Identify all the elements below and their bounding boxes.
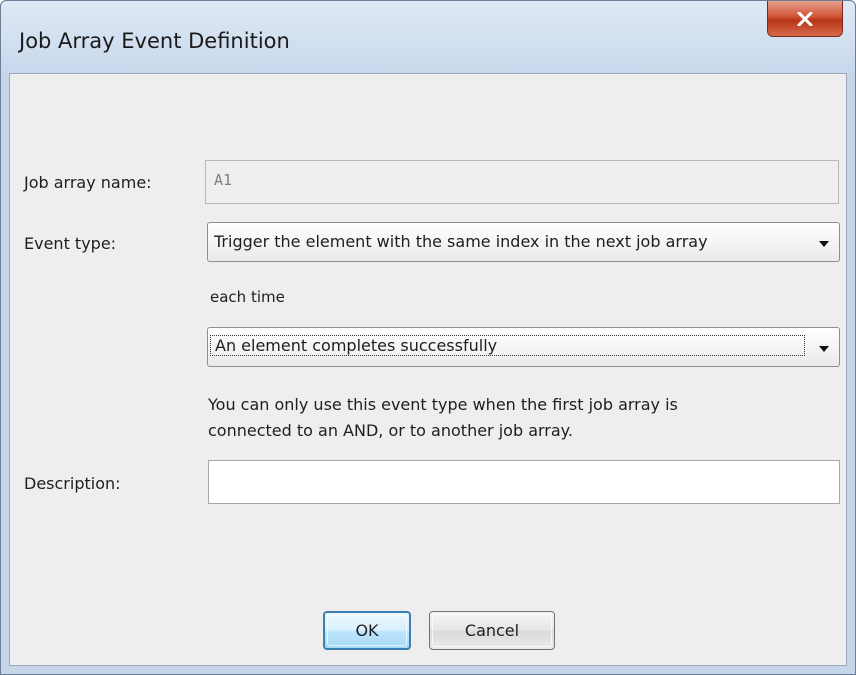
description-label: Description: [24,474,121,493]
ok-button-label: OK [355,621,379,640]
event-type-dropdown[interactable]: Trigger the element with the same index … [207,222,840,262]
dialog-window: Job Array Event Definition Job array nam… [0,0,856,675]
close-icon [797,11,813,26]
cancel-button[interactable]: Cancel [429,611,555,650]
ok-button[interactable]: OK [323,611,411,650]
info-text-line-1: You can only use this event type when th… [208,395,678,414]
condition-selected: An element completes successfully [210,335,805,356]
close-button[interactable] [767,1,843,37]
dialog-content: Job array name: A1 Event type: Trigger t… [9,73,847,666]
job-array-name-field: A1 [205,160,839,204]
event-type-selected: Trigger the element with the same index … [214,232,708,251]
chevron-down-icon [819,346,829,352]
each-time-label: each time [210,288,285,306]
chevron-down-icon [819,241,829,247]
info-text-line-2: connected to an AND, or to another job a… [208,421,573,440]
job-array-name-value: A1 [214,171,233,189]
condition-dropdown[interactable]: An element completes successfully [207,327,840,367]
job-array-name-label: Job array name: [24,173,152,192]
title-bar[interactable]: Job Array Event Definition [1,1,855,73]
cancel-button-label: Cancel [464,621,520,640]
description-field[interactable] [208,460,840,504]
event-type-label: Event type: [24,234,117,253]
window-title: Job Array Event Definition [19,29,290,53]
